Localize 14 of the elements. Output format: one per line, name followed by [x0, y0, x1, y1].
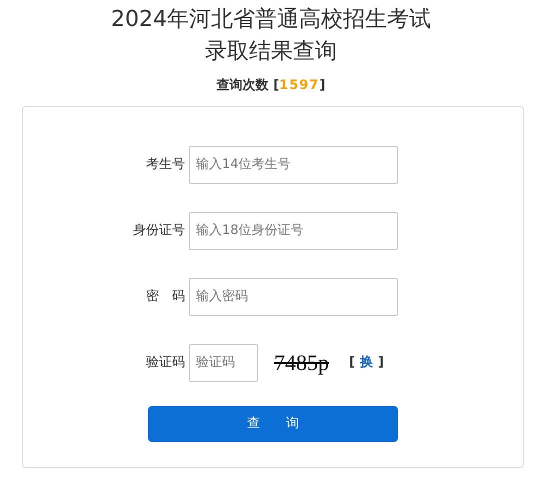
page-title: 2024年河北省普通高校招生考试	[110, 6, 432, 34]
captcha-image: 7485p	[273, 349, 330, 377]
input-field[interactable]: 输入14位考生号	[189, 146, 398, 184]
submit-button[interactable]: 查 询	[148, 406, 398, 442]
field-label: 身份证号	[132, 222, 186, 240]
field-label: 验证码	[145, 354, 186, 372]
input-field[interactable]: 输入18位身份证号	[189, 212, 398, 250]
field-label: 考生号	[145, 156, 186, 174]
captcha-field[interactable]: 验证码	[189, 344, 258, 382]
input-field[interactable]: 输入密码	[189, 278, 398, 316]
refresh-link[interactable]: [ 换 ]	[349, 352, 384, 372]
page-title: 录取结果查询	[204, 38, 338, 66]
field-label: 密 码	[145, 288, 186, 306]
query-count: 查询次数 [1597]	[216, 77, 326, 95]
